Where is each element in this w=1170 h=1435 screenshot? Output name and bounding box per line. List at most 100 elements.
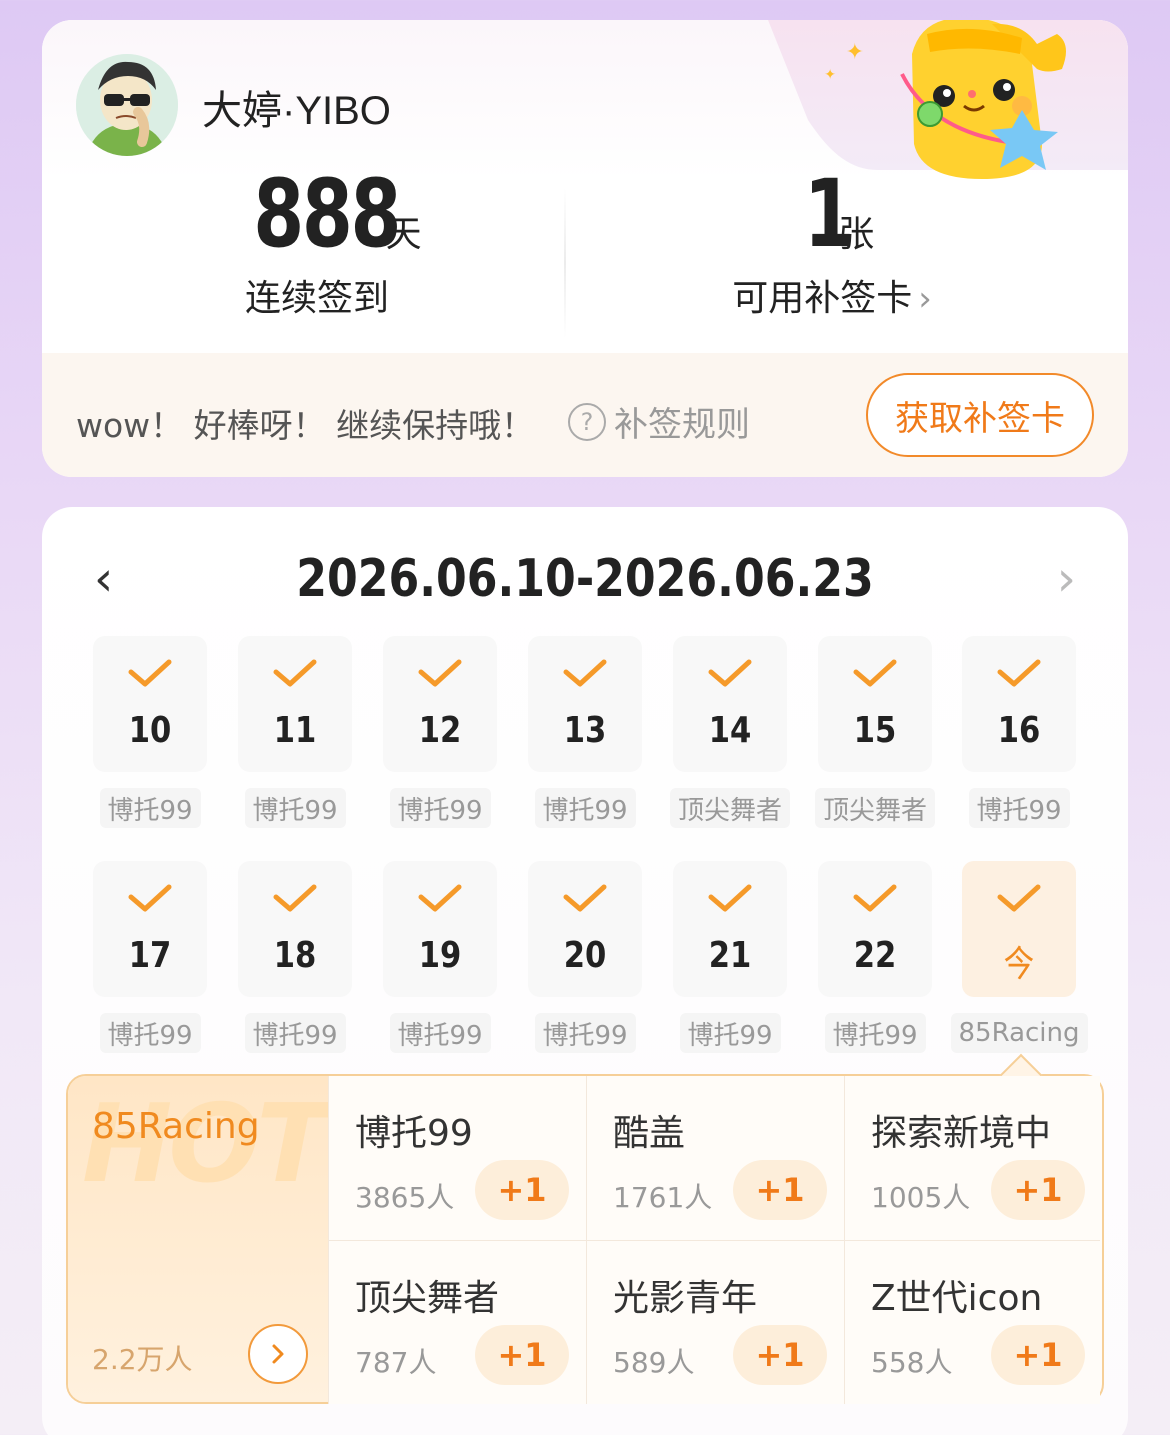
day-number: 10 — [128, 710, 172, 751]
day-number: 17 — [128, 935, 172, 976]
chevron-right-icon[interactable]: › — [1057, 551, 1076, 607]
date-range-title: 2026.06.10-2026.06.23 — [296, 549, 874, 609]
topic-count: 787人 — [355, 1346, 437, 1379]
plus-one-button[interactable]: +1 — [475, 1160, 569, 1220]
plus-one-button[interactable]: +1 — [733, 1160, 827, 1220]
topic-item[interactable]: 探索新境中 1005人 +1 — [844, 1076, 1100, 1240]
day-number: 22 — [853, 935, 897, 976]
featured-topic[interactable]: HOT 85Racing 2.2万人 — [68, 1076, 328, 1402]
day-number: 19 — [418, 935, 462, 976]
rules-label: 补签规则 — [614, 405, 750, 445]
calendar-card: ‹ 2026.06.10-2026.06.23 › 10 博托99 11 博托99 12… — [42, 507, 1128, 1435]
day-topic-tag: 博托99 — [389, 1013, 491, 1053]
day-number: 今 — [1003, 944, 1035, 985]
get-makeup-card-button[interactable]: 获取补签卡 — [866, 373, 1094, 457]
plus-one-button[interactable]: +1 — [475, 1325, 569, 1385]
day-topic-tag: 博托99 — [99, 788, 201, 828]
topic-item[interactable]: 酷盖 1761人 +1 — [586, 1076, 844, 1240]
tip-bar: wow！ 好棒呀！ 继续保持哦！ ? 补签规则 获取补签卡 — [42, 353, 1128, 477]
chevron-right-icon: › — [918, 279, 932, 319]
topic-name: 博托99 — [355, 1113, 473, 1154]
topic-item[interactable]: 光影青年 589人 +1 — [586, 1240, 844, 1404]
day-topic-tag: 博托99 — [968, 788, 1070, 828]
day-number: 21 — [708, 935, 752, 976]
day-tile[interactable]: 22 — [818, 861, 932, 997]
day-number: 11 — [273, 710, 317, 751]
topic-name: 探索新境中 — [871, 1113, 1052, 1154]
day-number: 13 — [563, 710, 607, 751]
checkmark-icon — [997, 884, 1041, 912]
day-number: 16 — [997, 710, 1041, 751]
day-tile[interactable]: 18 — [238, 861, 352, 997]
day-topic-tag: 85Racing — [950, 1013, 1088, 1053]
day-tile[interactable]: 10 — [93, 636, 207, 772]
day-number: 18 — [273, 935, 317, 976]
checkmark-icon — [853, 659, 897, 687]
stat-divider — [564, 188, 566, 338]
checkmark-icon — [273, 884, 317, 912]
topic-count: 1761人 — [613, 1181, 713, 1214]
day-topic-tag: 博托99 — [389, 788, 491, 828]
day-tile[interactable]: 20 — [528, 861, 642, 997]
checkmark-icon — [563, 884, 607, 912]
day-tile[interactable]: 13 — [528, 636, 642, 772]
featured-topic-name: 85Racing — [92, 1106, 260, 1147]
day-topic-tag: 博托99 — [244, 1013, 346, 1053]
makeup-rules-link[interactable]: ? 补签规则 — [568, 397, 750, 446]
chevron-left-icon[interactable]: ‹ — [94, 551, 113, 607]
day-topic-tag: 博托99 — [244, 788, 346, 828]
topic-count: 558人 — [871, 1346, 953, 1379]
avatar-image — [76, 54, 178, 156]
signin-summary-card: ✦ ✦ 大婷·YIBO 888天 连续签到 1张 可用补签卡 › wow！ 好棒… — [42, 20, 1128, 477]
day-tile[interactable]: 21 — [673, 861, 787, 997]
cards-label: 可用补签卡 — [732, 278, 913, 319]
avatar[interactable] — [76, 54, 178, 156]
go-button[interactable] — [248, 1324, 308, 1384]
plus-one-button[interactable]: +1 — [991, 1160, 1085, 1220]
day-topic-tag: 博托99 — [679, 1013, 781, 1053]
featured-topic-count: 2.2万人 — [92, 1343, 193, 1376]
day-tile[interactable]: 16 — [962, 636, 1076, 772]
checkmark-icon — [563, 659, 607, 687]
plus-one-button[interactable]: +1 — [733, 1325, 827, 1385]
day-number: 14 — [708, 710, 752, 751]
cards-value: 1 — [803, 160, 855, 269]
day-topic-tag: 顶尖舞者 — [815, 788, 936, 828]
checkmark-icon — [418, 659, 462, 687]
sparkle-icon: ✦ — [845, 40, 864, 65]
day-tile[interactable]: 17 — [93, 861, 207, 997]
plus-one-button[interactable]: +1 — [991, 1325, 1085, 1385]
streak-stat: 888天 连续签到 — [142, 160, 492, 321]
day-tile-today[interactable]: 今 — [962, 861, 1076, 997]
day-topic-tag: 博托99 — [534, 788, 636, 828]
sparkle-icon: ✦ — [824, 67, 836, 83]
day-tile[interactable]: 19 — [383, 861, 497, 997]
topic-count: 3865人 — [355, 1181, 455, 1214]
cards-label-row[interactable]: 可用补签卡 › — [642, 269, 1022, 321]
makeup-card-stat[interactable]: 1张 可用补签卡 › — [642, 160, 1022, 321]
day-topic-tag: 博托99 — [99, 1013, 201, 1053]
day-tile[interactable]: 15 — [818, 636, 932, 772]
streak-value: 888 — [253, 160, 402, 269]
topic-item[interactable]: Z世代icon 558人 +1 — [844, 1240, 1100, 1404]
topic-item[interactable]: 顶尖舞者 787人 +1 — [328, 1240, 586, 1404]
checkmark-icon — [128, 659, 172, 687]
topic-name: 光影青年 — [613, 1278, 758, 1319]
topic-name: 顶尖舞者 — [355, 1278, 500, 1319]
question-icon: ? — [568, 402, 606, 441]
topic-name: 酷盖 — [613, 1113, 686, 1154]
hot-topics-panel: HOT 85Racing 2.2万人 博托99 3865人 +1 酷盖 1761人 +1 探… — [66, 1053, 1104, 1404]
checkmark-icon — [128, 884, 172, 912]
streak-label: 连续签到 — [244, 278, 389, 319]
encouragement-text: wow！ 好棒呀！ 继续保持哦！ — [76, 406, 535, 445]
day-topic-tag: 博托99 — [534, 1013, 636, 1053]
day-tile[interactable]: 14 — [673, 636, 787, 772]
day-tile[interactable]: 11 — [238, 636, 352, 772]
checkmark-icon — [997, 659, 1041, 687]
topic-count: 589人 — [613, 1346, 695, 1379]
checkmark-icon — [418, 884, 462, 912]
topic-count: 1005人 — [871, 1181, 971, 1214]
username: 大婷·YIBO — [202, 89, 391, 133]
topic-item[interactable]: 博托99 3865人 +1 — [328, 1076, 586, 1240]
day-tile[interactable]: 12 — [383, 636, 497, 772]
